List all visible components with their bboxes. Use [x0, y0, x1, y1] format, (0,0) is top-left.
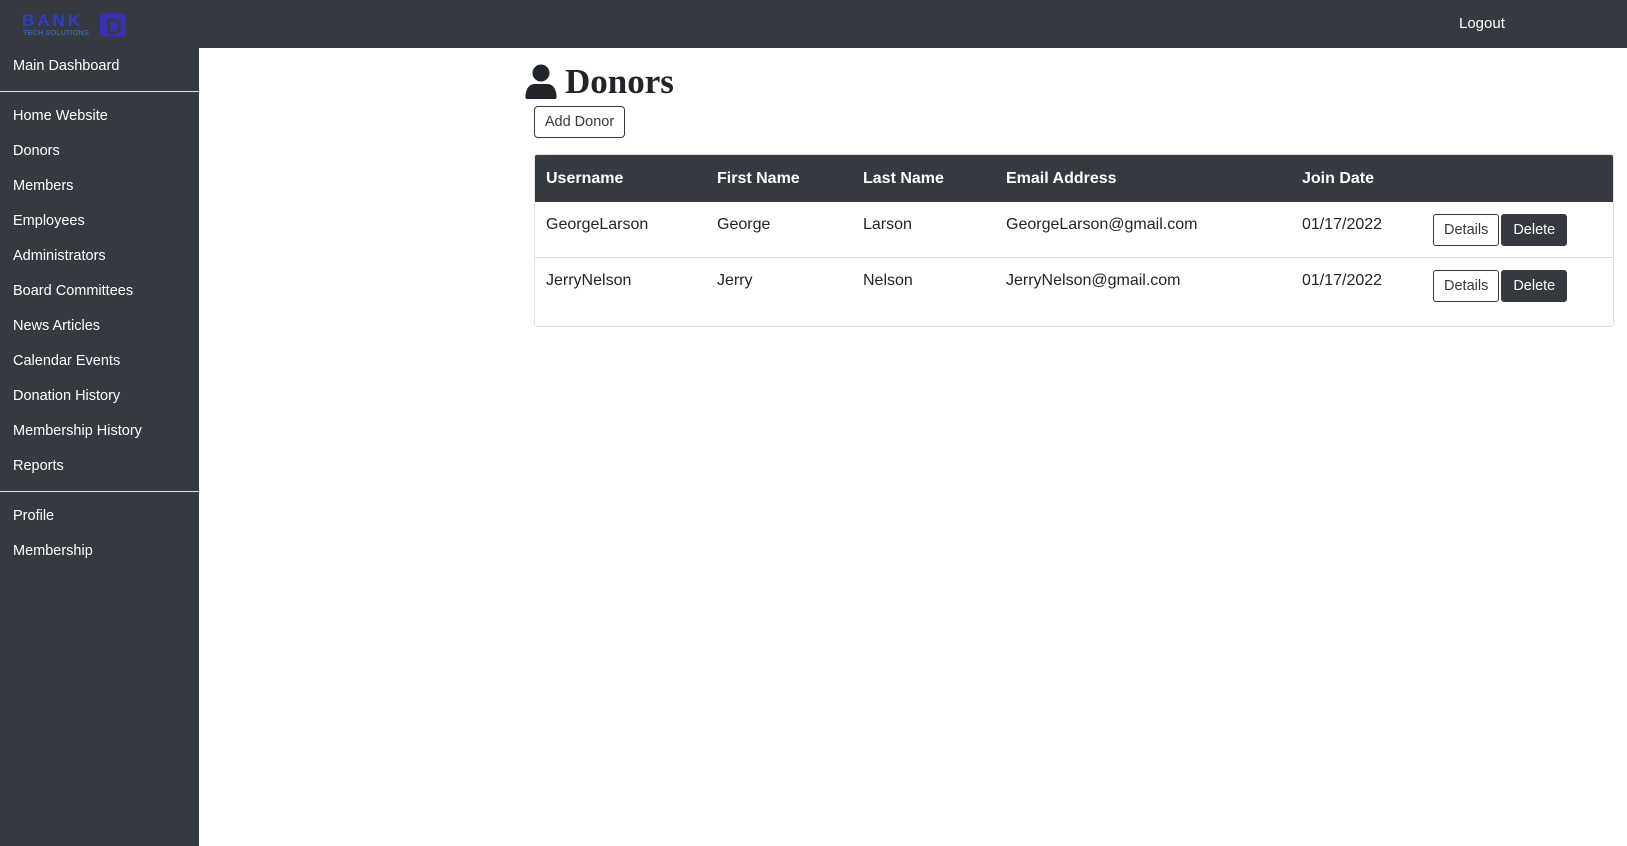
- sidebar-divider: [0, 491, 199, 492]
- cell-first-name: George: [706, 202, 852, 258]
- table-row: JerryNelson Jerry Nelson JerryNelson@gma…: [535, 257, 1613, 312]
- page-heading: Donors: [565, 62, 674, 101]
- page-title: Donors: [525, 62, 674, 102]
- svg-text:TECH SOLUTIONS: TECH SOLUTIONS: [23, 28, 89, 37]
- logout-link[interactable]: Logout: [1459, 15, 1505, 32]
- sidebar: Main Dashboard Home Website Donors Membe…: [0, 48, 199, 846]
- sidebar-item-news-articles[interactable]: News Articles: [13, 318, 100, 334]
- cell-email: JerryNelson@gmail.com: [1006, 271, 1181, 289]
- column-header-join-date: Join Date: [1291, 155, 1422, 202]
- sidebar-item-members[interactable]: Members: [13, 178, 73, 194]
- cell-username: GeorgeLarson: [535, 202, 706, 258]
- cell-first-name: Jerry: [717, 271, 753, 289]
- cell-last-name: Larson: [852, 202, 995, 258]
- cell-join-date: 01/17/2022: [1302, 271, 1383, 289]
- sidebar-item-donation-history[interactable]: Donation History: [13, 388, 120, 404]
- delete-button[interactable]: Delete: [1501, 214, 1568, 246]
- table-row: GeorgeLarson George Larson GeorgeLarson@…: [535, 202, 1613, 258]
- cell-last-name: Nelson: [863, 271, 913, 289]
- svg-text:D: D: [106, 14, 122, 39]
- sidebar-item-home-website[interactable]: Home Website: [13, 108, 108, 124]
- column-header-first-name: First Name: [706, 155, 852, 202]
- delete-button[interactable]: Delete: [1501, 269, 1568, 302]
- user-icon: [525, 64, 557, 99]
- column-header-last-name: Last Name: [852, 155, 995, 202]
- sidebar-item-employees[interactable]: Employees: [13, 213, 85, 229]
- cell-email: GeorgeLarson@gmail.com: [995, 202, 1291, 258]
- details-button[interactable]: Details: [1433, 214, 1500, 246]
- sidebar-item-profile[interactable]: Profile: [13, 508, 54, 524]
- table-header-row: Username First Name Last Name Email Addr…: [535, 155, 1613, 202]
- cell-actions: Details Delete: [1422, 257, 1613, 312]
- column-header-username: Username: [535, 155, 706, 202]
- sidebar-item-reports[interactable]: Reports: [13, 458, 64, 474]
- add-donor-button[interactable]: Add Donor: [534, 106, 625, 138]
- bank-logo[interactable]: D BANK TECH SOLUTIONS: [22, 9, 132, 39]
- details-button[interactable]: Details: [1433, 269, 1500, 302]
- sidebar-item-donors[interactable]: Donors: [13, 143, 60, 159]
- cell-join-date: 01/17/2022: [1291, 202, 1422, 258]
- sidebar-item-calendar-events[interactable]: Calendar Events: [13, 353, 120, 369]
- sidebar-item-administrators[interactable]: Administrators: [13, 248, 106, 264]
- column-header-email: Email Address: [995, 155, 1291, 202]
- column-header-actions: [1422, 155, 1613, 202]
- sidebar-item-board-committees[interactable]: Board Committees: [13, 283, 133, 299]
- sidebar-item-main-dashboard[interactable]: Main Dashboard: [13, 58, 119, 74]
- sidebar-item-membership-history[interactable]: Membership History: [13, 423, 142, 439]
- sidebar-divider: [0, 91, 199, 92]
- donors-table: Username First Name Last Name Email Addr…: [534, 154, 1614, 327]
- top-navbar: D BANK TECH SOLUTIONS Logout: [0, 0, 1627, 48]
- cell-actions: Details Delete: [1422, 202, 1613, 258]
- cell-username: JerryNelson: [546, 271, 632, 289]
- sidebar-item-membership[interactable]: Membership: [13, 543, 93, 559]
